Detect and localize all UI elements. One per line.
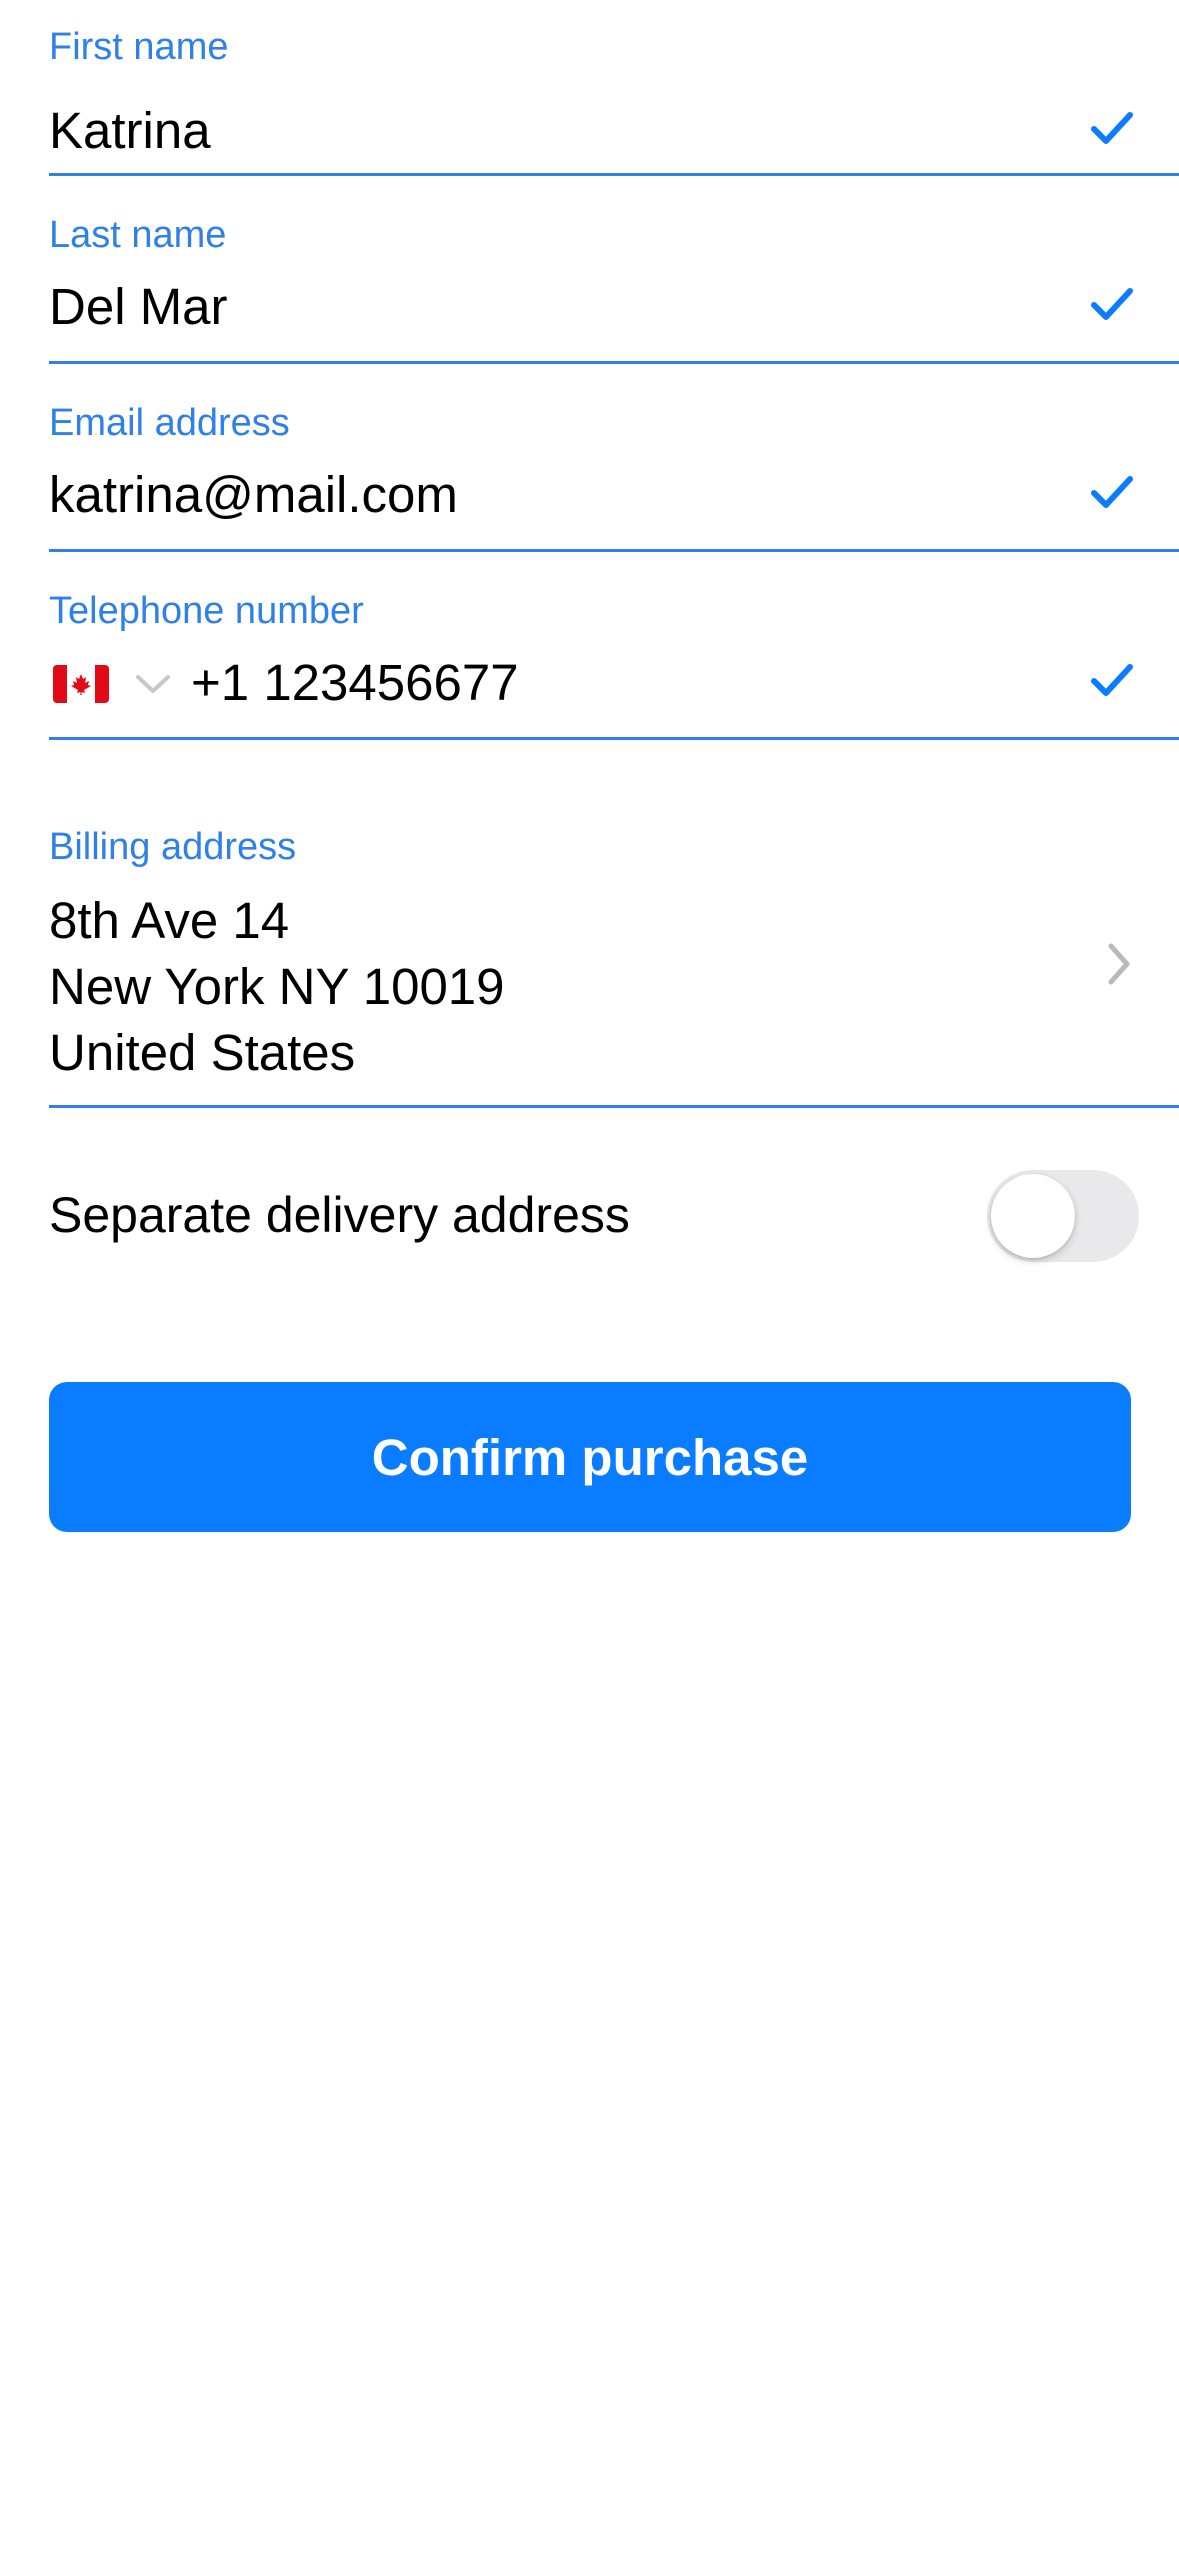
telephone-label: Telephone number [49, 590, 364, 632]
telephone-field[interactable]: Telephone number +1 123456677 [49, 552, 1179, 740]
last-name-label: Last name [49, 214, 227, 256]
confirm-purchase-button[interactable]: Confirm purchase [49, 1382, 1131, 1532]
email-field[interactable]: Email address katrina@mail.com [49, 364, 1179, 552]
last-name-field[interactable]: Last name Del Mar [49, 176, 1179, 364]
separate-delivery-row: Separate delivery address [49, 1160, 1139, 1272]
email-label: Email address [49, 402, 290, 444]
last-name-input[interactable]: Del Mar [49, 276, 228, 338]
telephone-input[interactable]: +1 123456677 [191, 652, 519, 714]
chevron-right-icon [1107, 942, 1131, 986]
chevron-down-icon[interactable] [135, 673, 171, 695]
first-name-field[interactable]: First name Katrina [49, 0, 1179, 176]
separate-delivery-toggle[interactable] [987, 1170, 1139, 1262]
billing-address-label: Billing address [49, 826, 297, 868]
address-line: 8th Ave 14 [49, 892, 290, 949]
email-input[interactable]: katrina@mail.com [49, 464, 458, 526]
first-name-label: First name [49, 26, 229, 68]
address-line: New York NY 10019 [49, 958, 505, 1015]
first-name-input[interactable]: Katrina [49, 100, 211, 162]
billing-address-field[interactable]: Billing address 8th Ave 14 New York NY 1… [49, 740, 1179, 1108]
separate-delivery-label: Separate delivery address [49, 1187, 630, 1243]
address-line: United States [49, 1024, 356, 1081]
billing-address-value: 8th Ave 14 New York NY 10019 United Stat… [49, 888, 505, 1086]
canada-flag-icon[interactable] [53, 665, 109, 703]
checkmark-icon [1091, 475, 1133, 509]
checkmark-icon [1091, 287, 1133, 321]
checkmark-icon [1091, 111, 1133, 145]
checkmark-icon [1091, 663, 1133, 697]
toggle-knob [991, 1174, 1075, 1258]
